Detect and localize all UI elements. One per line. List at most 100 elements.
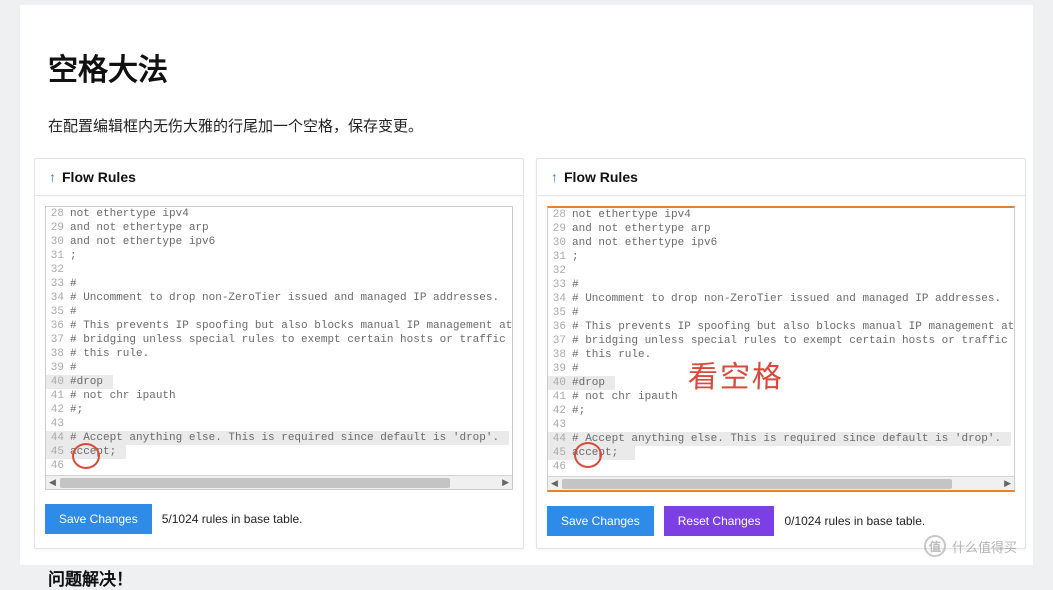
save-changes-button[interactable]: Save Changes (45, 504, 152, 534)
scroll-left-icon[interactable]: ◀ (551, 478, 558, 489)
code-text[interactable]: # Uncomment to drop non-ZeroTier issued … (572, 292, 1011, 306)
code-text[interactable]: # this rule. (572, 348, 661, 362)
code-lines[interactable]: 28not ethertype ipv429and not ethertype … (46, 207, 512, 475)
panel-header[interactable]: ↑ Flow Rules (35, 159, 523, 196)
line-number: 43 (548, 418, 572, 432)
code-text[interactable]: # (572, 306, 589, 320)
panel-footer: Save Changes 5/1024 rules in base table. (35, 496, 523, 546)
line-number: 30 (46, 235, 70, 249)
line-number: 35 (548, 306, 572, 320)
line-number: 33 (46, 277, 70, 291)
line-number: 38 (46, 347, 70, 361)
line-number: 40 (46, 375, 70, 389)
code-text[interactable]: accept; (572, 446, 635, 460)
code-text[interactable]: # not chr ipauth (70, 389, 186, 403)
horizontal-scrollbar[interactable]: ◀ ▶ (548, 476, 1014, 490)
rule-count-text: 5/1024 rules in base table. (162, 512, 303, 526)
code-text[interactable]: #; (572, 404, 595, 418)
line-number: 39 (46, 361, 70, 375)
line-number: 43 (46, 417, 70, 431)
line-number: 42 (46, 403, 70, 417)
code-text[interactable]: # (572, 362, 589, 376)
line-number: 29 (548, 222, 572, 236)
watermark-icon: 值 (924, 535, 946, 557)
line-number: 36 (46, 319, 70, 333)
code-text[interactable]: not ethertype ipv4 (70, 207, 199, 221)
code-text[interactable]: and not ethertype ipv6 (70, 235, 225, 249)
scroll-left-icon[interactable]: ◀ (49, 477, 56, 488)
code-text[interactable] (70, 417, 80, 431)
line-number: 34 (548, 292, 572, 306)
line-number: 38 (548, 348, 572, 362)
code-text[interactable]: # (572, 278, 589, 292)
line-number: 31 (548, 250, 572, 264)
line-number: 35 (46, 305, 70, 319)
code-editor[interactable]: 28not ethertype ipv429and not ethertype … (45, 206, 513, 490)
code-lines[interactable]: 28not ethertype ipv429and not ethertype … (548, 208, 1014, 476)
code-text[interactable]: and not ethertype arp (572, 222, 721, 236)
line-number: 44 (548, 432, 572, 446)
code-text[interactable]: # bridging unless special rules to exemp… (70, 333, 512, 347)
code-text[interactable]: ; (572, 250, 589, 264)
line-number: 44 (46, 431, 70, 445)
rule-count-text: 0/1024 rules in base table. (784, 514, 925, 528)
code-text[interactable]: # (70, 277, 87, 291)
solved-heading: 问题解决！ (20, 549, 1033, 590)
panel-header[interactable]: ↑ Flow Rules (537, 159, 1025, 196)
screenshot-pair: ↑ Flow Rules 28not ethertype ipv429and n… (20, 136, 1033, 549)
line-number: 30 (548, 236, 572, 250)
panel-title: Flow Rules (62, 169, 136, 185)
panel-title: Flow Rules (564, 169, 638, 185)
save-changes-button[interactable]: Save Changes (547, 506, 654, 536)
site-watermark: 值 什么值得买 (924, 535, 1017, 557)
code-text[interactable]: # bridging unless special rules to exemp… (572, 334, 1014, 348)
line-number: 42 (548, 404, 572, 418)
code-text[interactable]: #; (70, 403, 93, 417)
watermark-text: 什么值得买 (952, 537, 1017, 556)
code-text[interactable]: #drop (572, 376, 615, 390)
scroll-right-icon[interactable]: ▶ (502, 477, 509, 488)
code-text[interactable]: # This prevents IP spoofing but also blo… (70, 319, 512, 333)
line-number: 34 (46, 291, 70, 305)
line-number: 31 (46, 249, 70, 263)
code-text[interactable]: # (70, 361, 87, 375)
line-number: 46 (46, 459, 70, 473)
line-number: 28 (46, 207, 70, 221)
code-text[interactable]: and not ethertype arp (70, 221, 219, 235)
article-section: 空格大法 在配置编辑框内无伤大雅的行尾加一个空格，保存变更。 ↑ Flow Ru… (20, 5, 1033, 565)
line-number: 40 (548, 376, 572, 390)
code-text[interactable] (572, 264, 582, 278)
code-text[interactable]: # Uncomment to drop non-ZeroTier issued … (70, 291, 509, 305)
section-description: 在配置编辑框内无伤大雅的行尾加一个空格，保存变更。 (20, 89, 1033, 136)
code-text[interactable]: # not chr ipauth (572, 390, 688, 404)
line-number: 28 (548, 208, 572, 222)
code-text[interactable]: ; (70, 249, 87, 263)
code-editor-modified[interactable]: 28not ethertype ipv429and not ethertype … (547, 206, 1015, 492)
collapse-arrow-icon: ↑ (551, 169, 558, 185)
code-text[interactable]: #drop (70, 375, 113, 389)
line-number: 32 (548, 264, 572, 278)
code-text[interactable]: accept; (70, 445, 126, 459)
line-number: 36 (548, 320, 572, 334)
scroll-right-icon[interactable]: ▶ (1004, 478, 1011, 489)
code-text[interactable] (70, 263, 80, 277)
code-text[interactable]: # Accept anything else. This is required… (70, 431, 509, 445)
code-text[interactable]: not ethertype ipv4 (572, 208, 701, 222)
section-heading: 空格大法 (20, 5, 1033, 89)
code-text[interactable]: and not ethertype ipv6 (572, 236, 727, 250)
code-text[interactable]: # (70, 305, 87, 319)
line-number: 32 (46, 263, 70, 277)
line-number: 37 (548, 334, 572, 348)
horizontal-scrollbar[interactable]: ◀ ▶ (46, 475, 512, 489)
line-number: 37 (46, 333, 70, 347)
code-text[interactable]: # this rule. (70, 347, 159, 361)
scroll-thumb[interactable] (562, 479, 952, 489)
code-text[interactable] (572, 460, 582, 474)
reset-changes-button[interactable]: Reset Changes (664, 506, 775, 536)
line-number: 46 (548, 460, 572, 474)
code-text[interactable] (572, 418, 582, 432)
code-text[interactable] (70, 459, 80, 473)
scroll-thumb[interactable] (60, 478, 450, 488)
code-text[interactable]: # Accept anything else. This is required… (572, 432, 1011, 446)
code-text[interactable]: # This prevents IP spoofing but also blo… (572, 320, 1014, 334)
